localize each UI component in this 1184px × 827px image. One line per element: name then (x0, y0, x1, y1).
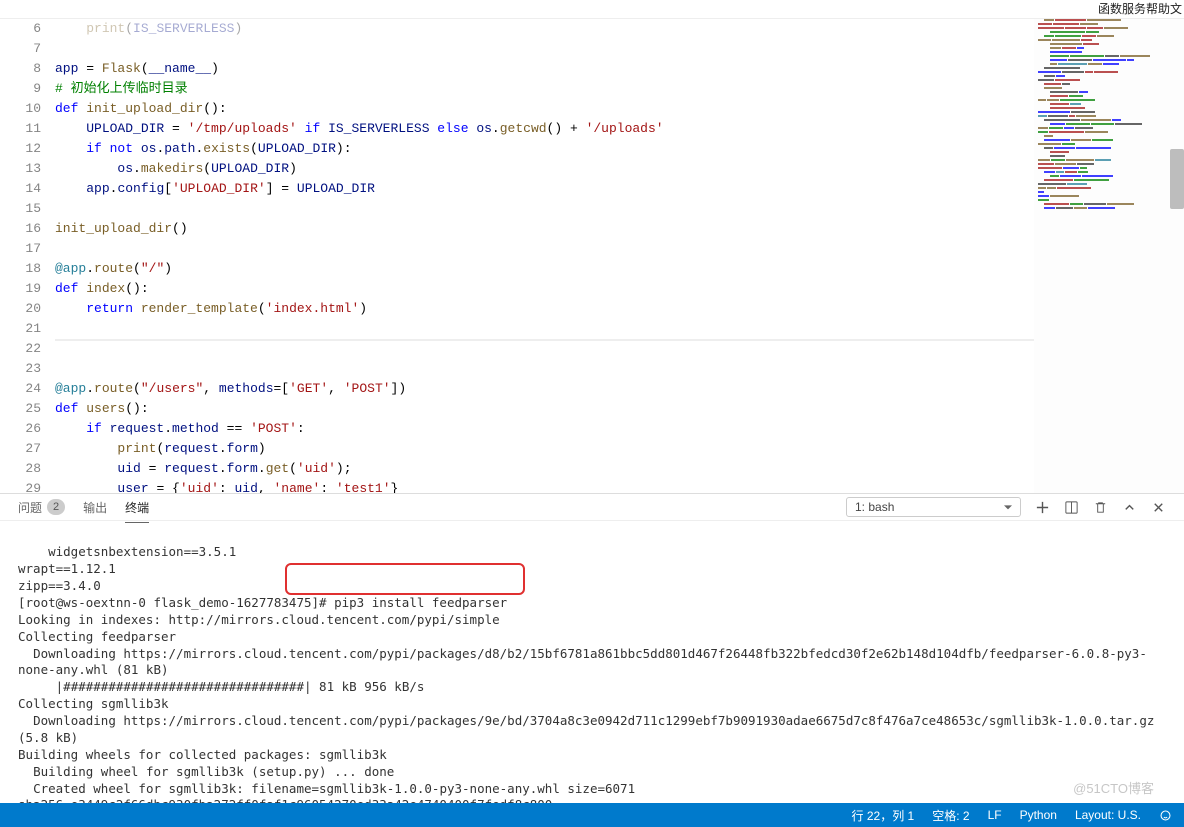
line-number: 22 (0, 339, 55, 359)
line-number: 19 (0, 279, 55, 299)
code-line[interactable]: 11 UPLOAD_DIR = '/tmp/uploads' if IS_SER… (0, 119, 1034, 139)
close-icon[interactable] (1151, 500, 1166, 515)
code-content: @app.route("/users", methods=['GET', 'PO… (55, 379, 1034, 399)
code-content: print(IS_SERVERLESS) (55, 19, 1034, 39)
panel-tab-问题[interactable]: 问题 2 (18, 499, 65, 516)
line-number: 15 (0, 199, 55, 219)
line-number: 13 (0, 159, 55, 179)
line-number: 10 (0, 99, 55, 119)
line-number: 23 (0, 359, 55, 379)
code-editor[interactable]: 6 print(IS_SERVERLESS)78app = Flask(__na… (0, 19, 1034, 493)
code-line[interactable]: 17 (0, 239, 1034, 259)
panel-header: 问题 2 输出 终端 1: bash (0, 494, 1184, 521)
panel-tab-终端[interactable]: 终端 (125, 499, 149, 523)
terminal-output[interactable]: widgetsnbextension==3.5.1 wrapt==1.12.1 … (0, 521, 1184, 803)
line-number: 27 (0, 439, 55, 459)
terminal-panel: 问题 2 输出 终端 1: bash widgetsnbextension==3.5.… (0, 493, 1184, 803)
terminal-selector-label: 1: bash (855, 500, 894, 514)
scroll-thumb[interactable] (1170, 149, 1184, 209)
code-content: app = Flask(__name__) (55, 59, 1034, 79)
status-spaces[interactable]: 空格: 2 (932, 807, 969, 824)
line-number: 6 (0, 19, 55, 39)
panel-tab-输出[interactable]: 输出 (83, 499, 107, 516)
feedback-icon[interactable] (1159, 809, 1172, 822)
top-header: 函数服务帮助文 (0, 0, 1184, 18)
code-content: return render_template('index.html') (55, 299, 1034, 319)
code-line[interactable]: 6 print(IS_SERVERLESS) (0, 19, 1034, 39)
code-content: def users(): (55, 399, 1034, 419)
line-number: 20 (0, 299, 55, 319)
code-line[interactable]: 14 app.config['UPLOAD_DIR'] = UPLOAD_DIR (0, 179, 1034, 199)
editor-area: 6 print(IS_SERVERLESS)78app = Flask(__na… (0, 18, 1184, 493)
line-number: 14 (0, 179, 55, 199)
minimap[interactable] (1034, 19, 1184, 493)
code-content: user = {'uid': uid, 'name': 'test1'} (55, 479, 1034, 493)
code-line[interactable]: 28 uid = request.form.get('uid'); (0, 459, 1034, 479)
terminal-text: widgetsnbextension==3.5.1 wrapt==1.12.1 … (18, 544, 1162, 803)
line-number: 17 (0, 239, 55, 259)
code-line[interactable]: 29 user = {'uid': uid, 'name': 'test1'} (0, 479, 1034, 493)
code-line[interactable]: 8app = Flask(__name__) (0, 59, 1034, 79)
code-line[interactable]: 16init_upload_dir() (0, 219, 1034, 239)
code-content: if not os.path.exists(UPLOAD_DIR): (55, 139, 1034, 159)
code-content: init_upload_dir() (55, 219, 1034, 239)
terminal-selector[interactable]: 1: bash (846, 497, 1021, 517)
code-line[interactable]: 21 (0, 319, 1034, 339)
code-content: @app.route("/") (55, 259, 1034, 279)
code-line[interactable]: 24@app.route("/users", methods=['GET', '… (0, 379, 1034, 399)
code-content: # 初始化上传临时目录 (55, 79, 1034, 99)
code-line[interactable]: 7 (0, 39, 1034, 59)
code-line[interactable]: 27 print(request.form) (0, 439, 1034, 459)
code-line[interactable]: 23 (0, 359, 1034, 379)
code-line[interactable]: 25def users(): (0, 399, 1034, 419)
watermark: @51CTO博客 (1073, 778, 1154, 797)
status-eol[interactable]: LF (988, 808, 1002, 822)
code-content: app.config['UPLOAD_DIR'] = UPLOAD_DIR (55, 179, 1034, 199)
new-terminal-icon[interactable] (1035, 500, 1050, 515)
code-line[interactable]: 22 (0, 339, 1034, 359)
line-number: 16 (0, 219, 55, 239)
code-line[interactable]: 26 if request.method == 'POST': (0, 419, 1034, 439)
status-bar: 行 22，列 1 空格: 2 LF Python Layout: U.S. (0, 803, 1184, 827)
line-number: 26 (0, 419, 55, 439)
line-number: 8 (0, 59, 55, 79)
code-content: UPLOAD_DIR = '/tmp/uploads' if IS_SERVER… (55, 119, 1034, 139)
code-line[interactable]: 9# 初始化上传临时目录 (0, 79, 1034, 99)
code-line[interactable]: 20 return render_template('index.html') (0, 299, 1034, 319)
code-line[interactable]: 12 if not os.path.exists(UPLOAD_DIR): (0, 139, 1034, 159)
line-number: 18 (0, 259, 55, 279)
header-title: 函数服务帮助文 (1098, 0, 1182, 17)
status-layout[interactable]: Layout: U.S. (1075, 808, 1141, 822)
code-line[interactable]: 19def index(): (0, 279, 1034, 299)
panel-tab-label: 输出 (83, 499, 107, 516)
code-line[interactable]: 18@app.route("/") (0, 259, 1034, 279)
line-number: 7 (0, 39, 55, 59)
highlight-box (285, 563, 525, 595)
status-language[interactable]: Python (1020, 808, 1057, 822)
badge: 2 (47, 499, 65, 515)
code-content: def init_upload_dir(): (55, 99, 1034, 119)
line-number: 12 (0, 139, 55, 159)
split-terminal-icon[interactable] (1064, 500, 1079, 515)
code-line[interactable]: 13 os.makedirs(UPLOAD_DIR) (0, 159, 1034, 179)
line-number: 21 (0, 319, 55, 339)
panel-tab-label: 终端 (125, 499, 149, 516)
code-content: if request.method == 'POST': (55, 419, 1034, 439)
line-number: 25 (0, 399, 55, 419)
line-number: 28 (0, 459, 55, 479)
panel-tab-label: 问题 (18, 499, 42, 516)
code-content: def index(): (55, 279, 1034, 299)
line-number: 24 (0, 379, 55, 399)
line-number: 29 (0, 479, 55, 493)
code-content: uid = request.form.get('uid'); (55, 459, 1034, 479)
code-line[interactable]: 15 (0, 199, 1034, 219)
code-content: os.makedirs(UPLOAD_DIR) (55, 159, 1034, 179)
trash-icon[interactable] (1093, 500, 1108, 515)
line-number: 9 (0, 79, 55, 99)
code-content: print(request.form) (55, 439, 1034, 459)
status-cursor[interactable]: 行 22，列 1 (852, 807, 915, 824)
chevron-up-icon[interactable] (1122, 500, 1137, 515)
code-line[interactable]: 10def init_upload_dir(): (0, 99, 1034, 119)
line-number: 11 (0, 119, 55, 139)
